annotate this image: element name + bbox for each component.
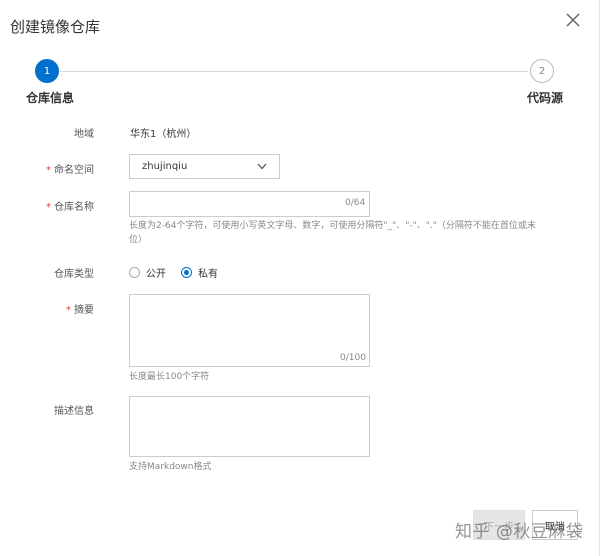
required-mark: * — [46, 202, 51, 213]
repo-name-help: 长度为2-64个字符，可使用小写英文字母、数字，可使用分隔符"_"、"-"、".… — [129, 221, 536, 245]
region-label: 地域 — [74, 129, 94, 140]
close-icon — [566, 13, 580, 27]
namespace-select[interactable]: zhujinqiu — [129, 154, 280, 179]
required-mark: * — [46, 165, 51, 176]
step-2-label: 代码源 — [527, 91, 564, 105]
create-repo-dialog: 创建镜像仓库 1 2 仓库信息 代码源 地域 华东1（杭州） * 命名空间 zhu… — [0, 0, 600, 556]
step-1-label: 仓库信息 — [26, 91, 75, 105]
description-label: 描述信息 — [54, 406, 94, 417]
radio-public[interactable]: 公开 — [129, 265, 166, 280]
repo-name-input[interactable] — [129, 191, 370, 217]
next-step-button[interactable]: 下一步 — [473, 510, 525, 540]
close-button[interactable] — [562, 9, 584, 31]
summary-label: * 摘要 — [66, 305, 94, 316]
description-textarea[interactable] — [129, 396, 370, 457]
step-2-indicator: 2 — [530, 59, 554, 83]
region-value: 华东1（杭州） — [130, 129, 197, 140]
radio-public-label: 公开 — [146, 269, 166, 280]
summary-textarea[interactable] — [129, 294, 370, 367]
radio-public-dot — [129, 267, 140, 278]
step-progress-line — [60, 71, 528, 72]
required-mark: * — [66, 305, 71, 316]
repo-name-counter: 0/64 — [345, 198, 366, 208]
namespace-selected-value: zhujinqiu — [142, 161, 188, 172]
cancel-button[interactable]: 取消 — [532, 510, 578, 540]
summary-help: 长度最长100个字符 — [129, 372, 210, 382]
chevron-down-icon — [257, 163, 267, 170]
description-help: 支持Markdown格式 — [129, 462, 212, 472]
radio-private-label: 私有 — [198, 269, 218, 280]
radio-private[interactable]: 私有 — [181, 265, 218, 280]
namespace-label: * 命名空间 — [46, 165, 94, 176]
radio-private-dot — [181, 267, 192, 278]
summary-counter: 0/100 — [340, 353, 366, 363]
repo-type-label: 仓库类型 — [54, 269, 94, 280]
step-1-indicator: 1 — [35, 59, 59, 83]
repo-name-label: * 仓库名称 — [46, 202, 94, 213]
dialog-title: 创建镜像仓库 — [10, 18, 101, 36]
